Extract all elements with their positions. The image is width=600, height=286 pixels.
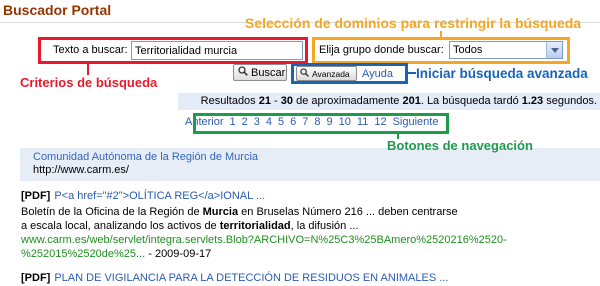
results-approx-label: de aproximadamente [293,95,403,107]
magnifier-icon [300,68,309,79]
advanced-search-button[interactable]: Avanzada [296,66,357,81]
group-select-label: Elija grupo donde buscar: [319,44,444,56]
group-select[interactable]: Todos [449,41,563,59]
pagination-page-4[interactable]: 4 [266,116,272,129]
pagination-page-7[interactable]: 7 [302,116,308,129]
result-title-link[interactable]: P<a href="#2">OLÍTICA REG</a>IONAL ... [54,190,265,202]
results-time-unit: segundos. [543,95,597,107]
advanced-search-button-label: Avanzada [312,68,350,79]
pagination-page-11[interactable]: 11 [357,116,368,129]
pagination-page-6[interactable]: 6 [290,116,296,129]
results-range-end: 30 [280,95,294,107]
annotation-connector-red [87,64,89,75]
pagination-page-8[interactable]: 8 [314,116,320,129]
pagination-page-2[interactable]: 2 [242,116,248,129]
result-url-line: %252015%2520de%25... - 2009-09-17 [21,247,211,261]
results-summary-bar: Resultados 21 - 30 de aproximadamente 20… [178,93,600,110]
result-snippet-text: en Bruselas Número 216 ... deben centrar… [238,206,458,218]
pagination-page-1[interactable]: 1 [230,116,236,129]
group-select-value: Todos [453,44,483,56]
results-range-start: 21 [258,95,271,107]
sponsored-url: http://www.carm.es/ [33,164,129,176]
annotation-search-criteria: Criterios de búsqueda [20,75,158,90]
pagination-page-9[interactable]: 9 [327,116,333,129]
result-snippet-highlight: Murcia [202,206,239,218]
pagination-page-10[interactable]: 10 [339,116,351,129]
search-button[interactable]: Buscar [233,64,287,81]
results-summary-label: Resultados [200,95,259,107]
help-link[interactable]: Ayuda [362,68,393,81]
pagination-next[interactable]: Siguiente [393,116,439,129]
page-title: Buscador Portal [3,2,112,18]
results-time-label: . La búsqueda tardó [420,95,522,107]
result-title-line: [PDF] P<a href="#2">OLÍTICA REG</a>IONAL … [21,189,265,203]
result-snippet-text: , la difusión ... [290,220,359,232]
results-time-value: 1.23 [521,95,544,107]
result-url-text[interactable]: %252015%2520de%25... [21,248,145,260]
result-snippet-text: a escala local, analizando los activos d… [21,220,220,232]
search-button-label: Buscar [251,66,286,79]
result-snippet-line: a escala local, analizando los activos d… [21,219,359,233]
page: Buscador Portal Texto a buscar: Elija gr… [0,0,600,286]
result-url-text[interactable]: www.carm.es/web/servlet/integra.servlets… [21,234,507,246]
search-text-label: Texto a buscar: [53,44,128,56]
pagination-previous[interactable]: Anterior [185,116,224,129]
magnifier-icon [238,66,248,79]
result-title-line: [PDF] PLAN DE VIGILANCIA PARA LA DETECCIÓ… [21,271,448,285]
annotation-advanced-search: Iniciar búsqueda avanzada [416,66,588,81]
result-snippet-text: Boletín de la Oficina de la Región de [21,206,203,218]
results-range-separator: - [270,95,281,107]
pagination: Anterior 1 2 3 4 5 6 7 8 9 10 11 12 Sigu… [185,116,438,129]
result-title-link[interactable]: PLAN DE VIGILANCIA PARA LA DETECCIÓN DE … [54,272,448,284]
chevron-down-icon[interactable] [546,42,562,58]
annotation-navigation-buttons: Botones de navegación [387,138,533,153]
result-snippet-highlight: territorialidad [219,220,291,232]
pagination-page-5[interactable]: 5 [278,116,284,129]
result-type-badge: [PDF] [21,272,51,284]
result-date: - 2009-09-17 [145,248,212,260]
result-url-line: www.carm.es/web/servlet/integra.servlets… [21,233,507,247]
result-snippet-line: Boletín de la Oficina de la Región de Mu… [21,205,458,219]
results-total: 201 [402,95,421,107]
annotation-domain-selection: Selección de dominios para restringir la… [245,15,582,31]
pagination-page-12[interactable]: 12 [374,116,386,129]
search-input[interactable] [131,41,303,60]
pagination-page-3[interactable]: 3 [254,116,260,129]
annotation-connector-orange [440,31,442,37]
result-type-badge: [PDF] [21,190,51,202]
annotation-connector-blue [408,72,416,74]
